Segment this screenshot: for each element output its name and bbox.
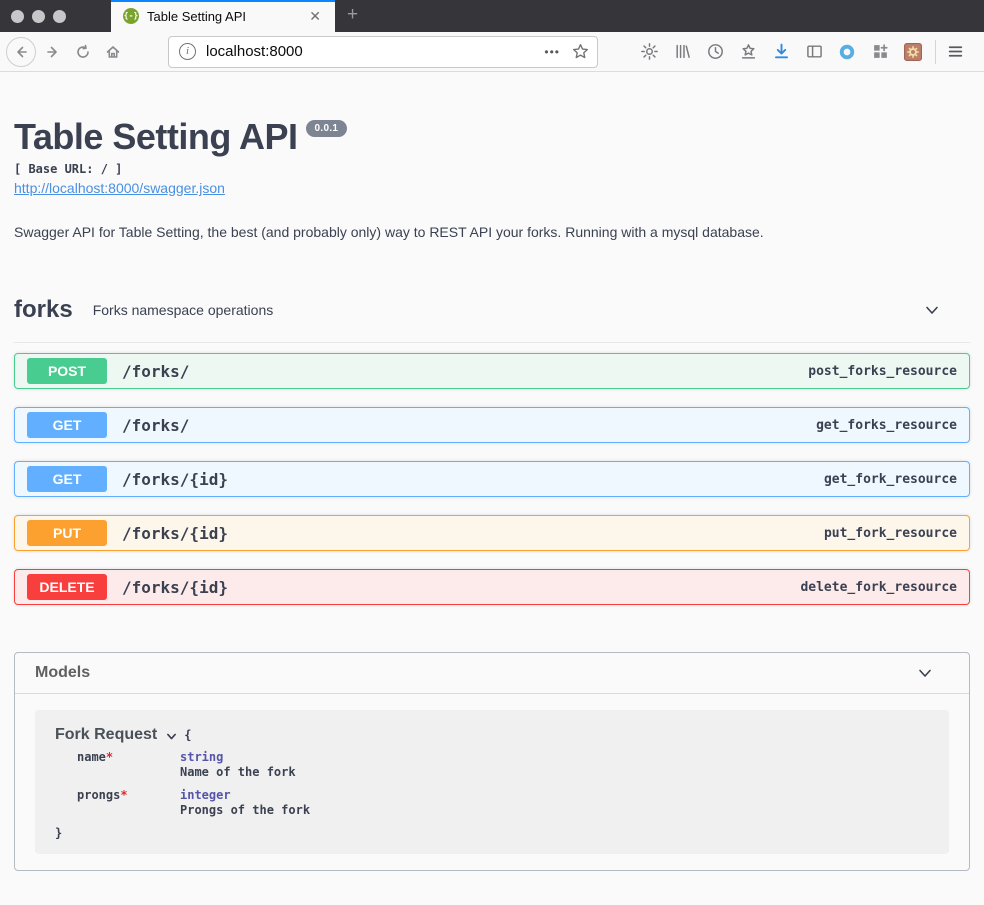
grid-extension-icon[interactable] [871,43,889,61]
gear-extension-icon[interactable] [904,43,922,61]
forward-button[interactable] [38,37,68,67]
property-type: integer [180,788,310,802]
model-name: Fork Request [55,726,157,744]
property-name: name* string Name of the fork [77,750,929,779]
forward-icon [45,44,61,60]
swagger-page: Table Setting API0.0.1 [ Base URL: / ] h… [0,116,984,871]
property-prongs: prongs* integer Prongs of the fork [77,788,929,817]
op-path: /forks/{id} [122,524,228,543]
method-badge: DELETE [27,574,107,600]
opblock-get-forks[interactable]: GET /forks/ get_forks_resource [14,407,970,443]
home-button[interactable] [98,37,128,67]
browser-navbar: i localhost:8000 ••• [0,32,984,72]
tag-description: Forks namespace operations [93,302,274,318]
api-description: Swagger API for Table Setting, the best … [14,224,970,240]
minimize-window-button[interactable] [32,10,45,23]
page-actions-icon[interactable]: ••• [544,45,560,59]
tab-title: Table Setting API [147,9,305,24]
op-id: delete_fork_resource [800,580,957,595]
property-description: Name of the fork [180,765,296,779]
download-icon[interactable] [772,43,790,61]
models-header[interactable]: Models [15,653,969,694]
bookmarks-tray-icon[interactable] [739,43,757,61]
brace-close: } [55,826,929,840]
home-icon [105,44,121,60]
bookmark-star-icon[interactable] [572,43,589,60]
library-icon[interactable] [673,43,691,61]
brace-open: { [184,728,191,742]
chevron-down-icon[interactable] [922,300,942,320]
reload-button[interactable] [68,37,98,67]
tag-name: forks [14,296,73,324]
opblock-put-fork[interactable]: PUT /forks/{id} put_fork_resource [14,515,970,551]
window-controls [0,0,78,32]
op-path: /forks/ [122,362,189,381]
browser-titlebar: {-} Table Setting API ✕ + [0,0,984,32]
required-star: * [120,788,127,802]
zoom-window-button[interactable] [53,10,66,23]
donut-extension-icon[interactable] [838,43,856,61]
property-type: string [180,750,296,764]
toolbar-extension-icons [640,43,922,61]
url-text[interactable]: localhost:8000 [206,43,544,60]
op-id: get_forks_resource [816,418,957,433]
op-path: /forks/ [122,416,189,435]
reload-icon [75,44,91,60]
opblock-get-fork[interactable]: GET /forks/{id} get_fork_resource [14,461,970,497]
new-tab-button[interactable]: + [335,0,370,32]
version-badge: 0.0.1 [306,120,348,137]
method-badge: GET [27,412,107,438]
url-bar[interactable]: i localhost:8000 ••• [168,36,598,68]
method-badge: GET [27,466,107,492]
model-fork-request: Fork Request { name* string Name of the … [35,710,949,854]
operations-list: POST /forks/ post_forks_resource GET /fo… [14,353,970,605]
toolbar-separator [935,40,936,64]
close-window-button[interactable] [11,10,24,23]
op-id: put_fork_resource [824,526,957,541]
opblock-post-forks[interactable]: POST /forks/ post_forks_resource [14,353,970,389]
browser-tab[interactable]: {-} Table Setting API ✕ [111,0,335,32]
op-id: post_forks_resource [808,364,957,379]
tab-close-icon[interactable]: ✕ [305,6,325,27]
chevron-down-icon[interactable] [915,663,935,683]
history-clock-icon[interactable] [706,43,724,61]
chevron-down-icon[interactable] [165,730,178,743]
menu-icon[interactable] [946,43,964,61]
method-badge: PUT [27,520,107,546]
property-description: Prongs of the fork [180,803,310,817]
method-badge: POST [27,358,107,384]
back-button[interactable] [6,37,36,67]
op-path: /forks/{id} [122,578,228,597]
models-section: Models Fork Request { name* string Name … [14,652,970,871]
required-star: * [106,750,113,764]
back-icon [13,44,29,60]
model-properties: name* string Name of the fork prongs* in… [77,750,929,817]
op-path: /forks/{id} [122,470,228,489]
spec-link[interactable]: http://localhost:8000/swagger.json [14,180,225,196]
base-url: [ Base URL: / ] [14,162,970,176]
sidebar-icon[interactable] [805,43,823,61]
swagger-favicon-icon: {-} [123,8,139,24]
sun-extension-icon[interactable] [640,43,658,61]
page-title: Table Setting API0.0.1 [14,116,970,158]
models-title: Models [35,664,90,682]
op-id: get_fork_resource [824,472,957,487]
forks-section-header[interactable]: forks Forks namespace operations [14,296,970,343]
site-info-icon[interactable]: i [179,43,196,60]
opblock-delete-fork[interactable]: DELETE /forks/{id} delete_fork_resource [14,569,970,605]
